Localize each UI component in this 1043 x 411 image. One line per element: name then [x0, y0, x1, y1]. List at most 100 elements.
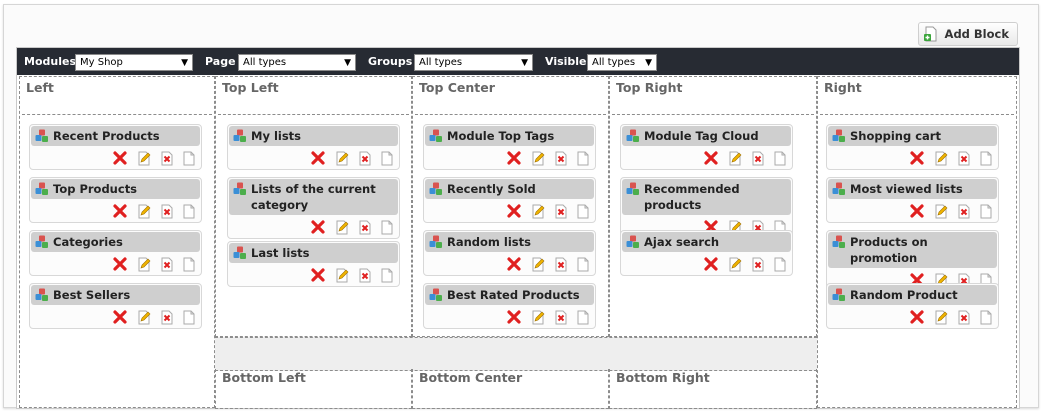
- remove-small-icon[interactable]: [553, 150, 569, 166]
- module-block[interactable]: Most viewed lists: [826, 177, 999, 223]
- remove-small-icon[interactable]: [159, 309, 175, 325]
- copy-page-icon[interactable]: [978, 309, 994, 325]
- remove-small-icon[interactable]: [159, 203, 175, 219]
- edit-pencil-icon[interactable]: [933, 309, 949, 325]
- module-block-header[interactable]: Last lists: [229, 243, 398, 263]
- module-block[interactable]: Recent Products: [29, 124, 202, 170]
- center-drop-zone[interactable]: [215, 337, 817, 371]
- module-block[interactable]: Random lists: [423, 230, 596, 276]
- edit-pencil-icon[interactable]: [530, 256, 546, 272]
- edit-pencil-icon[interactable]: [334, 219, 350, 235]
- module-block-header[interactable]: Recently Sold: [425, 179, 594, 199]
- delete-x-icon[interactable]: [112, 150, 128, 166]
- module-block[interactable]: Recently Sold: [423, 177, 596, 223]
- module-block-header[interactable]: Ajax search: [622, 232, 791, 252]
- delete-x-icon[interactable]: [506, 256, 522, 272]
- copy-page-icon[interactable]: [575, 309, 591, 325]
- delete-x-icon[interactable]: [310, 219, 326, 235]
- remove-small-icon[interactable]: [750, 256, 766, 272]
- module-block[interactable]: Module Top Tags: [423, 124, 596, 170]
- copy-page-icon[interactable]: [181, 203, 197, 219]
- remove-small-icon[interactable]: [357, 267, 373, 283]
- delete-x-icon[interactable]: [909, 309, 925, 325]
- module-block[interactable]: Last lists: [227, 241, 400, 287]
- edit-pencil-icon[interactable]: [530, 309, 546, 325]
- module-block-header[interactable]: My lists: [229, 126, 398, 146]
- module-block-header[interactable]: Categories: [31, 232, 200, 252]
- module-block-header[interactable]: Random lists: [425, 232, 594, 252]
- module-block-header[interactable]: Best Rated Products: [425, 285, 594, 305]
- copy-page-icon[interactable]: [379, 219, 395, 235]
- copy-page-icon[interactable]: [181, 256, 197, 272]
- remove-small-icon[interactable]: [553, 256, 569, 272]
- copy-page-icon[interactable]: [379, 267, 395, 283]
- module-block[interactable]: Best Rated Products: [423, 283, 596, 329]
- delete-x-icon[interactable]: [112, 309, 128, 325]
- edit-pencil-icon[interactable]: [727, 150, 743, 166]
- module-block-header[interactable]: Products on promotion: [828, 232, 997, 268]
- module-block-header[interactable]: Recent Products: [31, 126, 200, 146]
- delete-x-icon[interactable]: [506, 150, 522, 166]
- copy-page-icon[interactable]: [181, 309, 197, 325]
- module-block[interactable]: Categories: [29, 230, 202, 276]
- edit-pencil-icon[interactable]: [136, 309, 152, 325]
- module-block-header[interactable]: Best Sellers: [31, 285, 200, 305]
- module-block[interactable]: Shopping cart: [826, 124, 999, 170]
- module-block-header[interactable]: Top Products: [31, 179, 200, 199]
- delete-x-icon[interactable]: [703, 150, 719, 166]
- remove-small-icon[interactable]: [956, 150, 972, 166]
- copy-page-icon[interactable]: [181, 150, 197, 166]
- module-block[interactable]: Best Sellers: [29, 283, 202, 329]
- visible-select[interactable]: All types ▼: [587, 54, 657, 71]
- delete-x-icon[interactable]: [112, 256, 128, 272]
- edit-pencil-icon[interactable]: [334, 150, 350, 166]
- module-block-header[interactable]: Shopping cart: [828, 126, 997, 146]
- remove-small-icon[interactable]: [553, 203, 569, 219]
- edit-pencil-icon[interactable]: [136, 150, 152, 166]
- remove-small-icon[interactable]: [956, 309, 972, 325]
- module-block-header[interactable]: Module Top Tags: [425, 126, 594, 146]
- copy-page-icon[interactable]: [379, 150, 395, 166]
- copy-page-icon[interactable]: [772, 256, 788, 272]
- edit-pencil-icon[interactable]: [530, 150, 546, 166]
- copy-page-icon[interactable]: [978, 150, 994, 166]
- delete-x-icon[interactable]: [506, 203, 522, 219]
- delete-x-icon[interactable]: [310, 150, 326, 166]
- module-block-header[interactable]: Most viewed lists: [828, 179, 997, 199]
- module-block[interactable]: Top Products: [29, 177, 202, 223]
- edit-pencil-icon[interactable]: [334, 267, 350, 283]
- module-block[interactable]: My lists: [227, 124, 400, 170]
- edit-pencil-icon[interactable]: [727, 256, 743, 272]
- module-block-header[interactable]: Recommended products: [622, 179, 791, 215]
- edit-pencil-icon[interactable]: [933, 150, 949, 166]
- edit-pencil-icon[interactable]: [933, 203, 949, 219]
- module-block-header[interactable]: Module Tag Cloud: [622, 126, 791, 146]
- delete-x-icon[interactable]: [909, 203, 925, 219]
- copy-page-icon[interactable]: [575, 256, 591, 272]
- module-block[interactable]: Module Tag Cloud: [620, 124, 793, 170]
- modules-select[interactable]: My Shop ▼: [75, 54, 193, 71]
- delete-x-icon[interactable]: [703, 256, 719, 272]
- edit-pencil-icon[interactable]: [136, 256, 152, 272]
- module-block-header[interactable]: Lists of the current category: [229, 179, 398, 215]
- copy-page-icon[interactable]: [772, 150, 788, 166]
- edit-pencil-icon[interactable]: [136, 203, 152, 219]
- copy-page-icon[interactable]: [575, 150, 591, 166]
- delete-x-icon[interactable]: [310, 267, 326, 283]
- remove-small-icon[interactable]: [357, 150, 373, 166]
- remove-small-icon[interactable]: [159, 150, 175, 166]
- delete-x-icon[interactable]: [506, 309, 522, 325]
- copy-page-icon[interactable]: [978, 203, 994, 219]
- module-block-header[interactable]: Random Product: [828, 285, 997, 305]
- remove-small-icon[interactable]: [159, 256, 175, 272]
- module-block[interactable]: Ajax search: [620, 230, 793, 276]
- module-block[interactable]: Lists of the current category: [227, 177, 400, 239]
- add-block-button[interactable]: Add Block: [917, 22, 1018, 46]
- delete-x-icon[interactable]: [112, 203, 128, 219]
- groups-select[interactable]: All types ▼: [414, 54, 533, 71]
- page-select[interactable]: All types ▼: [238, 54, 356, 71]
- remove-small-icon[interactable]: [553, 309, 569, 325]
- remove-small-icon[interactable]: [357, 219, 373, 235]
- delete-x-icon[interactable]: [909, 150, 925, 166]
- edit-pencil-icon[interactable]: [530, 203, 546, 219]
